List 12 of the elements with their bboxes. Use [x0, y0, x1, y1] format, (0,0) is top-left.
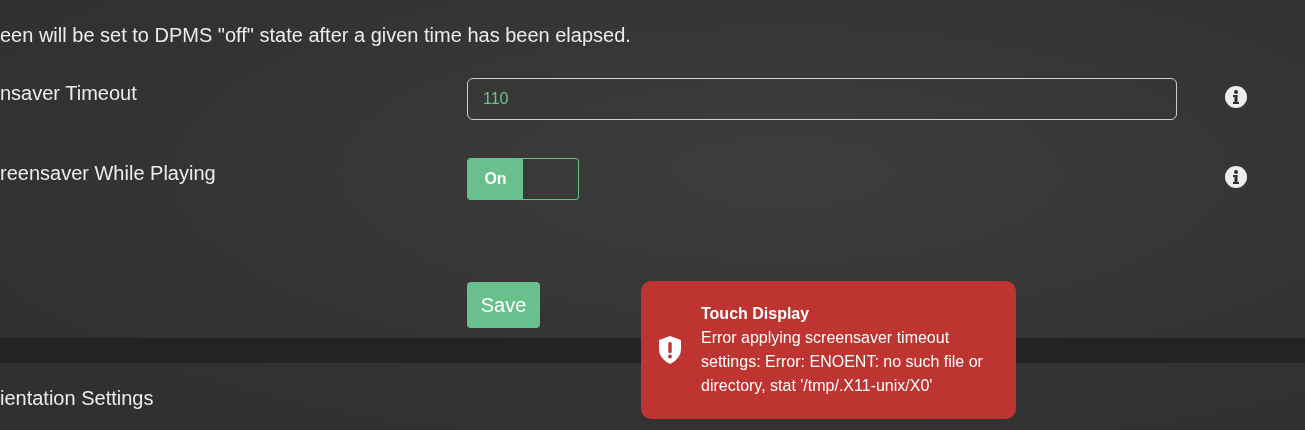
timeout-input[interactable]: 110 [467, 78, 1177, 120]
section-title: ientation Settings [0, 387, 154, 410]
setting-label: reensaver While Playing [0, 161, 217, 186]
toggle-switch[interactable]: On [467, 158, 579, 200]
info-icon[interactable] [1225, 86, 1247, 108]
description-text: een will be set to DPMS "off" state after a given time has been elapsed. [0, 23, 632, 48]
toast-title: Touch Display [701, 304, 811, 324]
toast-message: Error applying screensaver timeout settings: Error: ENOENT: no such file or directory, stat '/tmp/.X11-unix/X0' [701, 328, 984, 396]
setting-label: nsaver Timeout [0, 81, 138, 106]
info-icon[interactable] [1225, 166, 1247, 188]
shield-alert-icon [659, 336, 681, 364]
save-button[interactable]: Save [467, 282, 540, 328]
